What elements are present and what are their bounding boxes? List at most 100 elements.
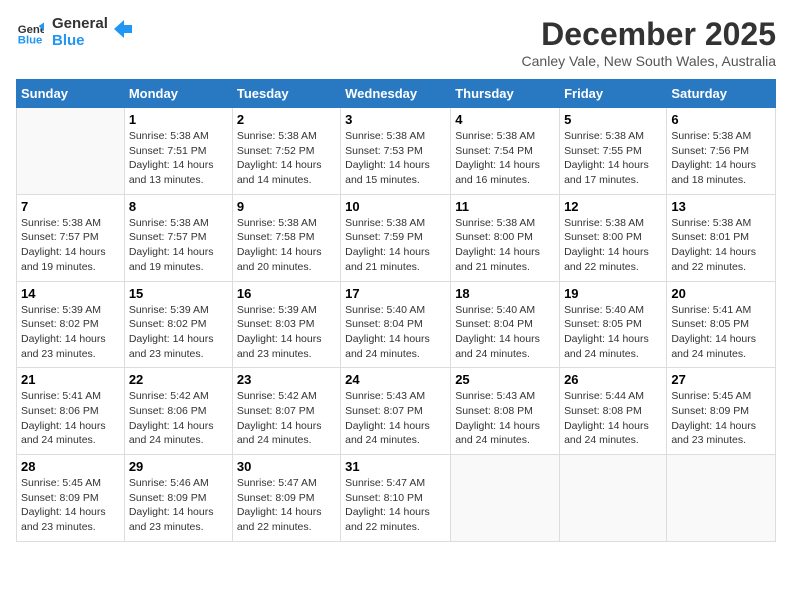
day-number: 28: [21, 459, 120, 474]
cell-content-line: Daylight: 14 hours: [21, 332, 120, 347]
cell-content-line: Sunset: 8:10 PM: [345, 491, 446, 506]
calendar-week-row: 28Sunrise: 5:45 AMSunset: 8:09 PMDayligh…: [17, 455, 776, 542]
cell-content-line: Daylight: 14 hours: [129, 158, 228, 173]
cell-content-line: Sunrise: 5:38 AM: [345, 216, 446, 231]
cell-content-line: Sunset: 8:09 PM: [237, 491, 336, 506]
day-number: 2: [237, 112, 336, 127]
cell-content-line: and 13 minutes.: [129, 173, 228, 188]
day-number: 11: [455, 199, 555, 214]
cell-content-line: and 18 minutes.: [671, 173, 771, 188]
cell-content-line: Daylight: 14 hours: [564, 332, 662, 347]
cell-content-line: Sunset: 8:08 PM: [455, 404, 555, 419]
cell-content-line: and 23 minutes.: [129, 520, 228, 535]
cell-content-line: Sunset: 8:08 PM: [564, 404, 662, 419]
cell-content-line: and 24 minutes.: [564, 433, 662, 448]
cell-content-line: and 24 minutes.: [455, 347, 555, 362]
month-title: December 2025: [522, 16, 776, 53]
cell-content-line: and 15 minutes.: [345, 173, 446, 188]
cell-content-line: and 24 minutes.: [237, 433, 336, 448]
cell-content-line: Sunset: 7:57 PM: [21, 230, 120, 245]
cell-content-line: Sunset: 8:03 PM: [237, 317, 336, 332]
cell-content-line: Sunrise: 5:46 AM: [129, 476, 228, 491]
weekday-header-tuesday: Tuesday: [232, 80, 340, 108]
day-number: 27: [671, 372, 771, 387]
day-number: 23: [237, 372, 336, 387]
cell-content-line: Daylight: 14 hours: [345, 158, 446, 173]
cell-content-line: and 23 minutes.: [237, 347, 336, 362]
cell-content-line: Sunrise: 5:47 AM: [345, 476, 446, 491]
day-number: 13: [671, 199, 771, 214]
cell-content-line: and 24 minutes.: [345, 433, 446, 448]
calendar-cell: 3Sunrise: 5:38 AMSunset: 7:53 PMDaylight…: [341, 108, 451, 195]
cell-content-line: Sunrise: 5:43 AM: [455, 389, 555, 404]
calendar-cell: [451, 455, 560, 542]
day-number: 30: [237, 459, 336, 474]
cell-content-line: Daylight: 14 hours: [564, 158, 662, 173]
location: Canley Vale, New South Wales, Australia: [522, 53, 776, 69]
day-number: 15: [129, 286, 228, 301]
cell-content-line: and 23 minutes.: [129, 347, 228, 362]
calendar-cell: 31Sunrise: 5:47 AMSunset: 8:10 PMDayligh…: [341, 455, 451, 542]
cell-content-line: Daylight: 14 hours: [129, 419, 228, 434]
cell-content-line: Sunrise: 5:38 AM: [671, 129, 771, 144]
cell-content-line: Sunrise: 5:41 AM: [671, 303, 771, 318]
day-number: 14: [21, 286, 120, 301]
day-number: 10: [345, 199, 446, 214]
cell-content-line: and 16 minutes.: [455, 173, 555, 188]
cell-content-line: Sunset: 8:09 PM: [671, 404, 771, 419]
calendar-cell: 6Sunrise: 5:38 AMSunset: 7:56 PMDaylight…: [667, 108, 776, 195]
cell-content-line: Daylight: 14 hours: [671, 158, 771, 173]
cell-content-line: Sunset: 7:55 PM: [564, 144, 662, 159]
calendar-cell: 22Sunrise: 5:42 AMSunset: 8:06 PMDayligh…: [124, 368, 232, 455]
cell-content-line: and 23 minutes.: [21, 520, 120, 535]
cell-content-line: Sunset: 8:09 PM: [21, 491, 120, 506]
calendar-cell: 1Sunrise: 5:38 AMSunset: 7:51 PMDaylight…: [124, 108, 232, 195]
logo-icon: General Blue: [16, 19, 44, 47]
calendar-week-row: 1Sunrise: 5:38 AMSunset: 7:51 PMDaylight…: [17, 108, 776, 195]
cell-content-line: Sunset: 8:05 PM: [671, 317, 771, 332]
cell-content-line: Sunset: 8:00 PM: [564, 230, 662, 245]
cell-content-line: Daylight: 14 hours: [455, 419, 555, 434]
cell-content-line: Sunrise: 5:40 AM: [345, 303, 446, 318]
cell-content-line: Daylight: 14 hours: [455, 245, 555, 260]
calendar-cell: 16Sunrise: 5:39 AMSunset: 8:03 PMDayligh…: [232, 281, 340, 368]
calendar-cell: 8Sunrise: 5:38 AMSunset: 7:57 PMDaylight…: [124, 194, 232, 281]
day-number: 24: [345, 372, 446, 387]
day-number: 18: [455, 286, 555, 301]
cell-content-line: Sunrise: 5:38 AM: [237, 216, 336, 231]
weekday-header-friday: Friday: [560, 80, 667, 108]
calendar-cell: 30Sunrise: 5:47 AMSunset: 8:09 PMDayligh…: [232, 455, 340, 542]
weekday-header-thursday: Thursday: [451, 80, 560, 108]
logo-arrow-icon: [114, 20, 132, 38]
calendar-week-row: 21Sunrise: 5:41 AMSunset: 8:06 PMDayligh…: [17, 368, 776, 455]
cell-content-line: Sunset: 7:56 PM: [671, 144, 771, 159]
cell-content-line: and 24 minutes.: [129, 433, 228, 448]
calendar-cell: 7Sunrise: 5:38 AMSunset: 7:57 PMDaylight…: [17, 194, 125, 281]
calendar-cell: [667, 455, 776, 542]
cell-content-line: Daylight: 14 hours: [129, 505, 228, 520]
cell-content-line: and 22 minutes.: [671, 260, 771, 275]
calendar-cell: 20Sunrise: 5:41 AMSunset: 8:05 PMDayligh…: [667, 281, 776, 368]
weekday-header-monday: Monday: [124, 80, 232, 108]
cell-content-line: Sunset: 7:54 PM: [455, 144, 555, 159]
calendar-cell: 15Sunrise: 5:39 AMSunset: 8:02 PMDayligh…: [124, 281, 232, 368]
cell-content-line: Sunrise: 5:39 AM: [237, 303, 336, 318]
cell-content-line: Daylight: 14 hours: [455, 158, 555, 173]
cell-content-line: Daylight: 14 hours: [21, 245, 120, 260]
day-number: 12: [564, 199, 662, 214]
calendar-cell: 18Sunrise: 5:40 AMSunset: 8:04 PMDayligh…: [451, 281, 560, 368]
cell-content-line: Sunset: 7:57 PM: [129, 230, 228, 245]
cell-content-line: Daylight: 14 hours: [564, 419, 662, 434]
cell-content-line: Sunset: 8:07 PM: [237, 404, 336, 419]
cell-content-line: Daylight: 14 hours: [345, 332, 446, 347]
weekday-header-row: SundayMondayTuesdayWednesdayThursdayFrid…: [17, 80, 776, 108]
day-number: 16: [237, 286, 336, 301]
calendar-cell: [17, 108, 125, 195]
day-number: 26: [564, 372, 662, 387]
calendar-cell: 2Sunrise: 5:38 AMSunset: 7:52 PMDaylight…: [232, 108, 340, 195]
cell-content-line: Sunrise: 5:38 AM: [129, 129, 228, 144]
day-number: 7: [21, 199, 120, 214]
calendar-cell: 14Sunrise: 5:39 AMSunset: 8:02 PMDayligh…: [17, 281, 125, 368]
cell-content-line: Daylight: 14 hours: [237, 158, 336, 173]
cell-content-line: Sunrise: 5:40 AM: [455, 303, 555, 318]
